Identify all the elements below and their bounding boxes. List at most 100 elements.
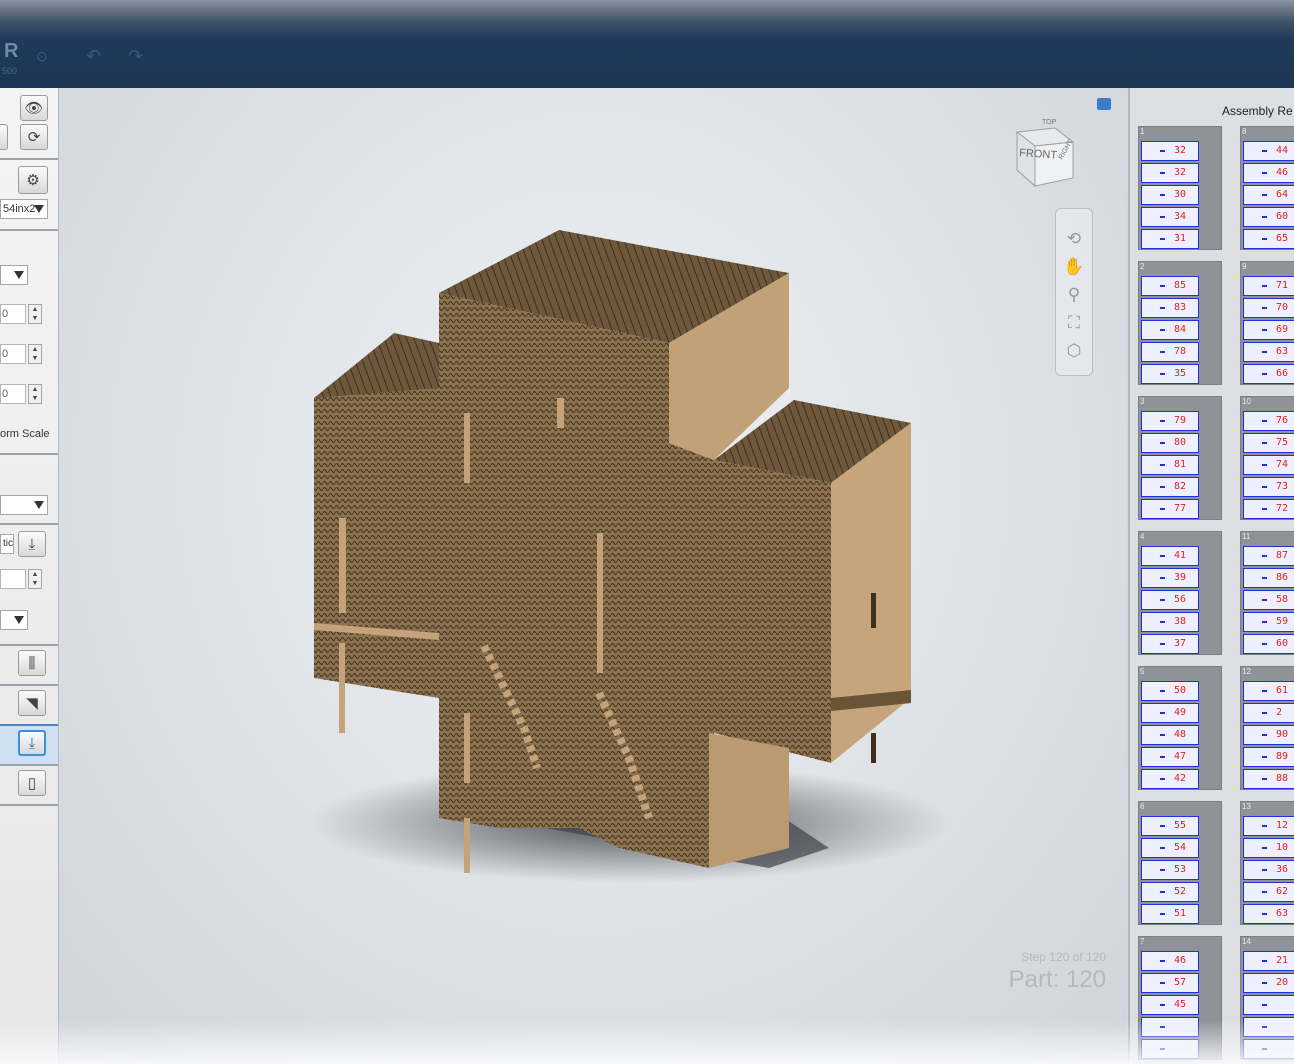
divider (0, 804, 58, 806)
construction-dropdown[interactable] (0, 265, 28, 285)
sheet-thumbnail[interactable]: 1 32 32 30 34 31 (1138, 126, 1222, 250)
page-icon: ▯ (27, 775, 37, 792)
uniform-scale-label[interactable]: orm Scale (0, 428, 50, 440)
slices-icon: ⫼ (28, 654, 36, 672)
piece-number: 49 (1174, 707, 1187, 718)
slice-count-stepper[interactable]: ▲ ▼ (28, 569, 42, 589)
sheet-thumbnail[interactable]: 13 12 10 36 62 63 (1240, 801, 1294, 925)
sheet-thumbnail[interactable]: 3 79 80 81 82 77 (1138, 396, 1222, 520)
dimension-field-2[interactable]: 0 (0, 344, 26, 364)
part-counter: Part: 120 (1008, 966, 1106, 993)
piece-outline: 82 (1141, 477, 1199, 497)
page-export-button[interactable]: ▯ (18, 770, 46, 796)
piece-mark (1160, 420, 1165, 422)
sheet-size-dropdown[interactable]: 54inx2 (0, 199, 48, 219)
dimension-field-1[interactable]: 0 (0, 304, 26, 324)
piece-number: 55 (1174, 820, 1187, 831)
slice-curve-button[interactable]: ◥ (18, 690, 46, 716)
align-bottom-button[interactable]: ⤓ (18, 531, 46, 557)
viewcube-top-label[interactable]: TOP (1042, 119, 1057, 126)
sheet-thumbnail[interactable]: 6 55 54 53 52 51 (1138, 801, 1222, 925)
piece-number: 81 (1174, 459, 1187, 470)
piece-number: 90 (1276, 729, 1289, 740)
piece-outline: 88 (1243, 769, 1294, 789)
pan-hand-icon[interactable]: ✋ (1062, 255, 1086, 279)
technique-select[interactable]: tic (0, 534, 14, 554)
dimension-stepper-3[interactable]: ▲ ▼ (28, 384, 42, 404)
sheet-thumbnail[interactable]: 9 71 70 69 63 66 (1240, 261, 1294, 385)
sheet-thumbnail[interactable]: 8 44 46 64 60 65 (1240, 126, 1294, 250)
sheet-thumbnail[interactable]: 12 61 2 90 89 88 (1240, 666, 1294, 790)
slice-count-field[interactable] (0, 569, 26, 589)
piece-mark (1262, 960, 1267, 962)
slice-distribution-button[interactable]: ⫼ (18, 650, 46, 676)
sheet-number: 8 (1242, 127, 1247, 136)
piece-outline: 21 (1243, 951, 1294, 971)
dimension-stepper-1[interactable]: ▲ ▼ (28, 304, 42, 324)
layout-toggle-icon[interactable] (1097, 98, 1111, 110)
piece-outline: 34 (1141, 207, 1199, 227)
home-view-icon[interactable]: ⬡ (1062, 339, 1086, 363)
sheet-number: 3 (1140, 397, 1145, 406)
sheet-thumbnail[interactable]: 5 50 49 48 47 42 (1138, 666, 1222, 790)
sheet-thumbnail[interactable]: 10 76 75 74 73 72 (1240, 396, 1294, 520)
piece-number: 30 (1174, 189, 1187, 200)
visibility-eye-button[interactable]: 👁 (20, 95, 48, 121)
piece-mark (1262, 486, 1267, 488)
slice-direction-dropdown[interactable] (0, 610, 28, 630)
assembly-reference-panel: Assembly Re 1 32 32 30 34 31 8 44 46 64 60 65 2 85 83 8… (1128, 88, 1294, 1064)
piece-outline: 48 (1141, 725, 1199, 745)
settings-gear-button[interactable]: ⚙ (18, 166, 48, 194)
sheet-thumbnail[interactable]: 4 41 39 56 38 37 (1138, 531, 1222, 655)
piece-mark (1262, 373, 1267, 375)
slot (339, 643, 345, 733)
3d-viewport[interactable]: TOP FRONT RIGHT ⟲ ✋ ⚲ ⛶ ⬡ Step 120 of 12… (59, 88, 1127, 1064)
piece-outline: 89 (1243, 747, 1294, 767)
dimension-field-3[interactable]: 0 (0, 384, 26, 404)
piece-mark (1160, 172, 1165, 174)
viewcube[interactable]: TOP FRONT RIGHT (1009, 108, 1089, 188)
construction-technique-dropdown[interactable] (0, 495, 48, 515)
piece-outline: 69 (1243, 320, 1294, 340)
piece-outline: 74 (1243, 455, 1294, 475)
sheet-thumbnail[interactable]: 11 87 86 58 59 60 (1240, 531, 1294, 655)
sheet-number: 2 (1140, 262, 1145, 271)
settings-dot-icon[interactable]: ⊙ (36, 48, 48, 65)
divider (0, 453, 58, 455)
undo-icon[interactable]: ↶ (86, 46, 101, 67)
sliced-model[interactable] (269, 228, 989, 898)
piece-number: 80 (1174, 437, 1187, 448)
piece-mark (1262, 982, 1267, 984)
piece-mark (1160, 734, 1165, 736)
partial-button[interactable] (0, 124, 8, 150)
piece-mark (1160, 238, 1165, 240)
orbit-icon[interactable]: ⟲ (1062, 227, 1086, 251)
piece-mark (1262, 150, 1267, 152)
piece-mark (1262, 577, 1267, 579)
sheet-thumbnail[interactable]: 7 46 57 45 (1138, 936, 1222, 1060)
piece-number: 50 (1174, 685, 1187, 696)
piece-outline: 61 (1243, 681, 1294, 701)
piece-number: 76 (1276, 415, 1289, 426)
assembly-steps-button[interactable]: ⤓ (18, 730, 46, 756)
piece-mark (1262, 599, 1267, 601)
piece-number: 71 (1276, 280, 1289, 291)
navigation-bar: ⟲ ✋ ⚲ ⛶ ⬡ (1055, 208, 1093, 376)
piece-mark (1262, 172, 1267, 174)
piece-mark (1262, 825, 1267, 827)
piece-mark (1262, 329, 1267, 331)
piece-outline (1243, 1039, 1294, 1059)
sheet-thumbnail[interactable]: 14 21 20 (1240, 936, 1294, 1060)
zoom-magnifier-icon[interactable]: ⚲ (1062, 283, 1086, 307)
sheet-size-value: 54inx2 (3, 203, 36, 215)
piece-number: 88 (1276, 773, 1289, 784)
sheet-thumbnail[interactable]: 2 85 83 84 78 35 (1138, 261, 1222, 385)
redo-icon[interactable]: ↷ (128, 46, 143, 67)
zoom-extents-icon[interactable]: ⛶ (1062, 311, 1086, 335)
piece-mark (1262, 442, 1267, 444)
refresh-button[interactable]: ⟳ (20, 124, 48, 150)
piece-mark (1160, 351, 1165, 353)
piece-outline: 63 (1243, 904, 1294, 924)
dimension-stepper-2[interactable]: ▲ ▼ (28, 344, 42, 364)
piece-number: 87 (1276, 550, 1289, 561)
